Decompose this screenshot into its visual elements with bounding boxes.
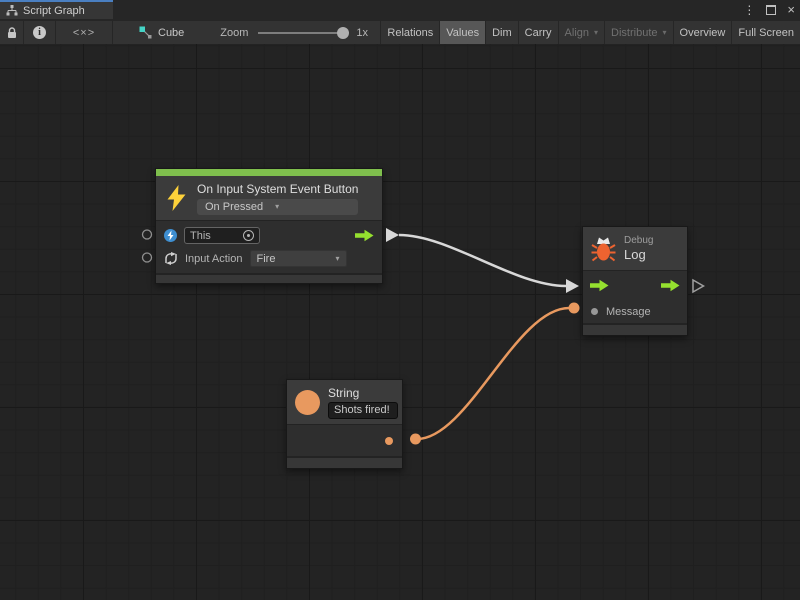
chevron-down-icon: ▾ [275,203,279,211]
node-string-literal[interactable]: String Shots fired! [286,379,403,469]
input-action-label: Input Action [185,253,243,265]
close-icon[interactable]: × [787,3,795,16]
event-node-title: On Input System Event Button [197,182,358,196]
zoom-control: Zoom 1x [220,21,368,44]
tab-script-graph[interactable]: Script Graph [0,0,113,19]
button-label: Overview [680,27,726,39]
message-label: Message [606,306,651,318]
event-node-footer [156,273,382,283]
toolbar-button-relations[interactable]: Relations [380,21,439,44]
target-port-row: This [156,224,382,247]
node-debug-log[interactable]: Debug Log Message [582,226,688,336]
object-picker-icon[interactable] [243,230,254,241]
button-label: Dim [492,27,512,39]
message-input-port[interactable] [591,308,598,315]
toolbar-button-carry[interactable]: Carry [518,21,558,44]
string-node-header: String Shots fired! [287,380,402,425]
flow-output-port-icon[interactable] [355,229,374,242]
debug-node-body: Message [583,271,687,323]
edit-graph-button[interactable]: <×> [56,21,113,44]
toolbar-button-overview[interactable]: Overview [673,21,732,44]
string-type-icon [295,390,320,415]
gameobject-icon [164,229,177,242]
zoom-slider-knob[interactable] [337,27,349,39]
toolbar-button-distribute[interactable]: Distribute ▾ [604,21,672,44]
string-node-footer [287,456,402,468]
tab-title: Script Graph [23,5,85,17]
zoom-value: 1x [356,27,368,39]
string-node-body [287,425,402,456]
maximize-icon[interactable] [766,5,776,15]
event-node-header: On Input System Event Button On Pressed … [156,176,382,221]
flow-output-port-icon[interactable] [661,279,680,292]
input-action-icon [164,252,178,265]
toolbar-button-fullscreen[interactable]: Full Screen [731,21,800,44]
button-label: Relations [387,27,433,39]
event-type-dropdown[interactable]: On Pressed ▾ [197,199,358,215]
button-label: Distribute [611,27,657,39]
string-node-title: String [328,386,398,400]
debug-node-header: Debug Log [583,227,687,271]
zoom-slider-track[interactable] [258,32,346,34]
chevron-down-icon: ▾ [335,255,339,263]
inspector-button[interactable]: i [24,21,56,44]
toolbar-button-dim[interactable]: Dim [485,21,518,44]
input-action-dropdown[interactable]: Fire ▾ [250,250,347,267]
debug-node-title: Log [624,247,653,262]
button-label: Full Screen [738,27,794,39]
input-action-value: Fire [257,253,331,265]
input-action-row: Input Action Fire ▾ [156,247,382,270]
this-field-label: This [190,230,239,242]
string-value-field[interactable]: Shots fired! [328,402,398,419]
debug-node-footer [583,323,687,335]
flow-input-port-icon[interactable] [590,279,609,292]
button-label: Align [565,27,589,39]
node-on-input-system-event-button[interactable]: On Input System Event Button On Pressed … [155,168,383,284]
debug-node-category: Debug [624,235,653,247]
tab-bar: Script Graph ⋮ × [0,0,800,21]
event-type-value: On Pressed [205,201,263,213]
menu-kebab-icon[interactable]: ⋮ [743,4,755,16]
string-output-port[interactable] [385,437,393,445]
chevron-down-icon: ▾ [663,29,667,37]
event-accent-bar [156,169,382,176]
window-controls: ⋮ × [743,0,795,19]
toolbar-button-align[interactable]: Align ▾ [558,21,604,44]
toolbar-button-values[interactable]: Values [439,21,485,44]
button-label: Carry [525,27,552,39]
code-icon: <×> [73,27,95,39]
zoom-label: Zoom [220,27,248,39]
lock-icon [7,27,17,39]
toolbar-spacer [368,21,380,44]
this-object-field[interactable]: This [184,227,260,244]
lightning-bolt-icon [166,185,187,211]
lock-button[interactable] [0,21,24,44]
message-port-row: Message [583,300,687,323]
flow-port-row [583,271,687,300]
event-node-body: This Input Action Fire ▾ [156,221,382,273]
button-label: Values [446,27,479,39]
chevron-down-icon: ▾ [594,29,598,37]
graph-target-label: Cube [158,27,184,39]
graph-hierarchy-icon [6,5,18,16]
bug-icon [591,236,616,262]
info-icon: i [33,26,46,39]
graph-asset-icon [139,26,152,39]
graph-toolbar: i <×> Cube Zoom 1x Relations Values Dim … [0,21,800,45]
string-value: Shots fired! [334,404,392,416]
graph-target[interactable]: Cube [131,21,192,44]
